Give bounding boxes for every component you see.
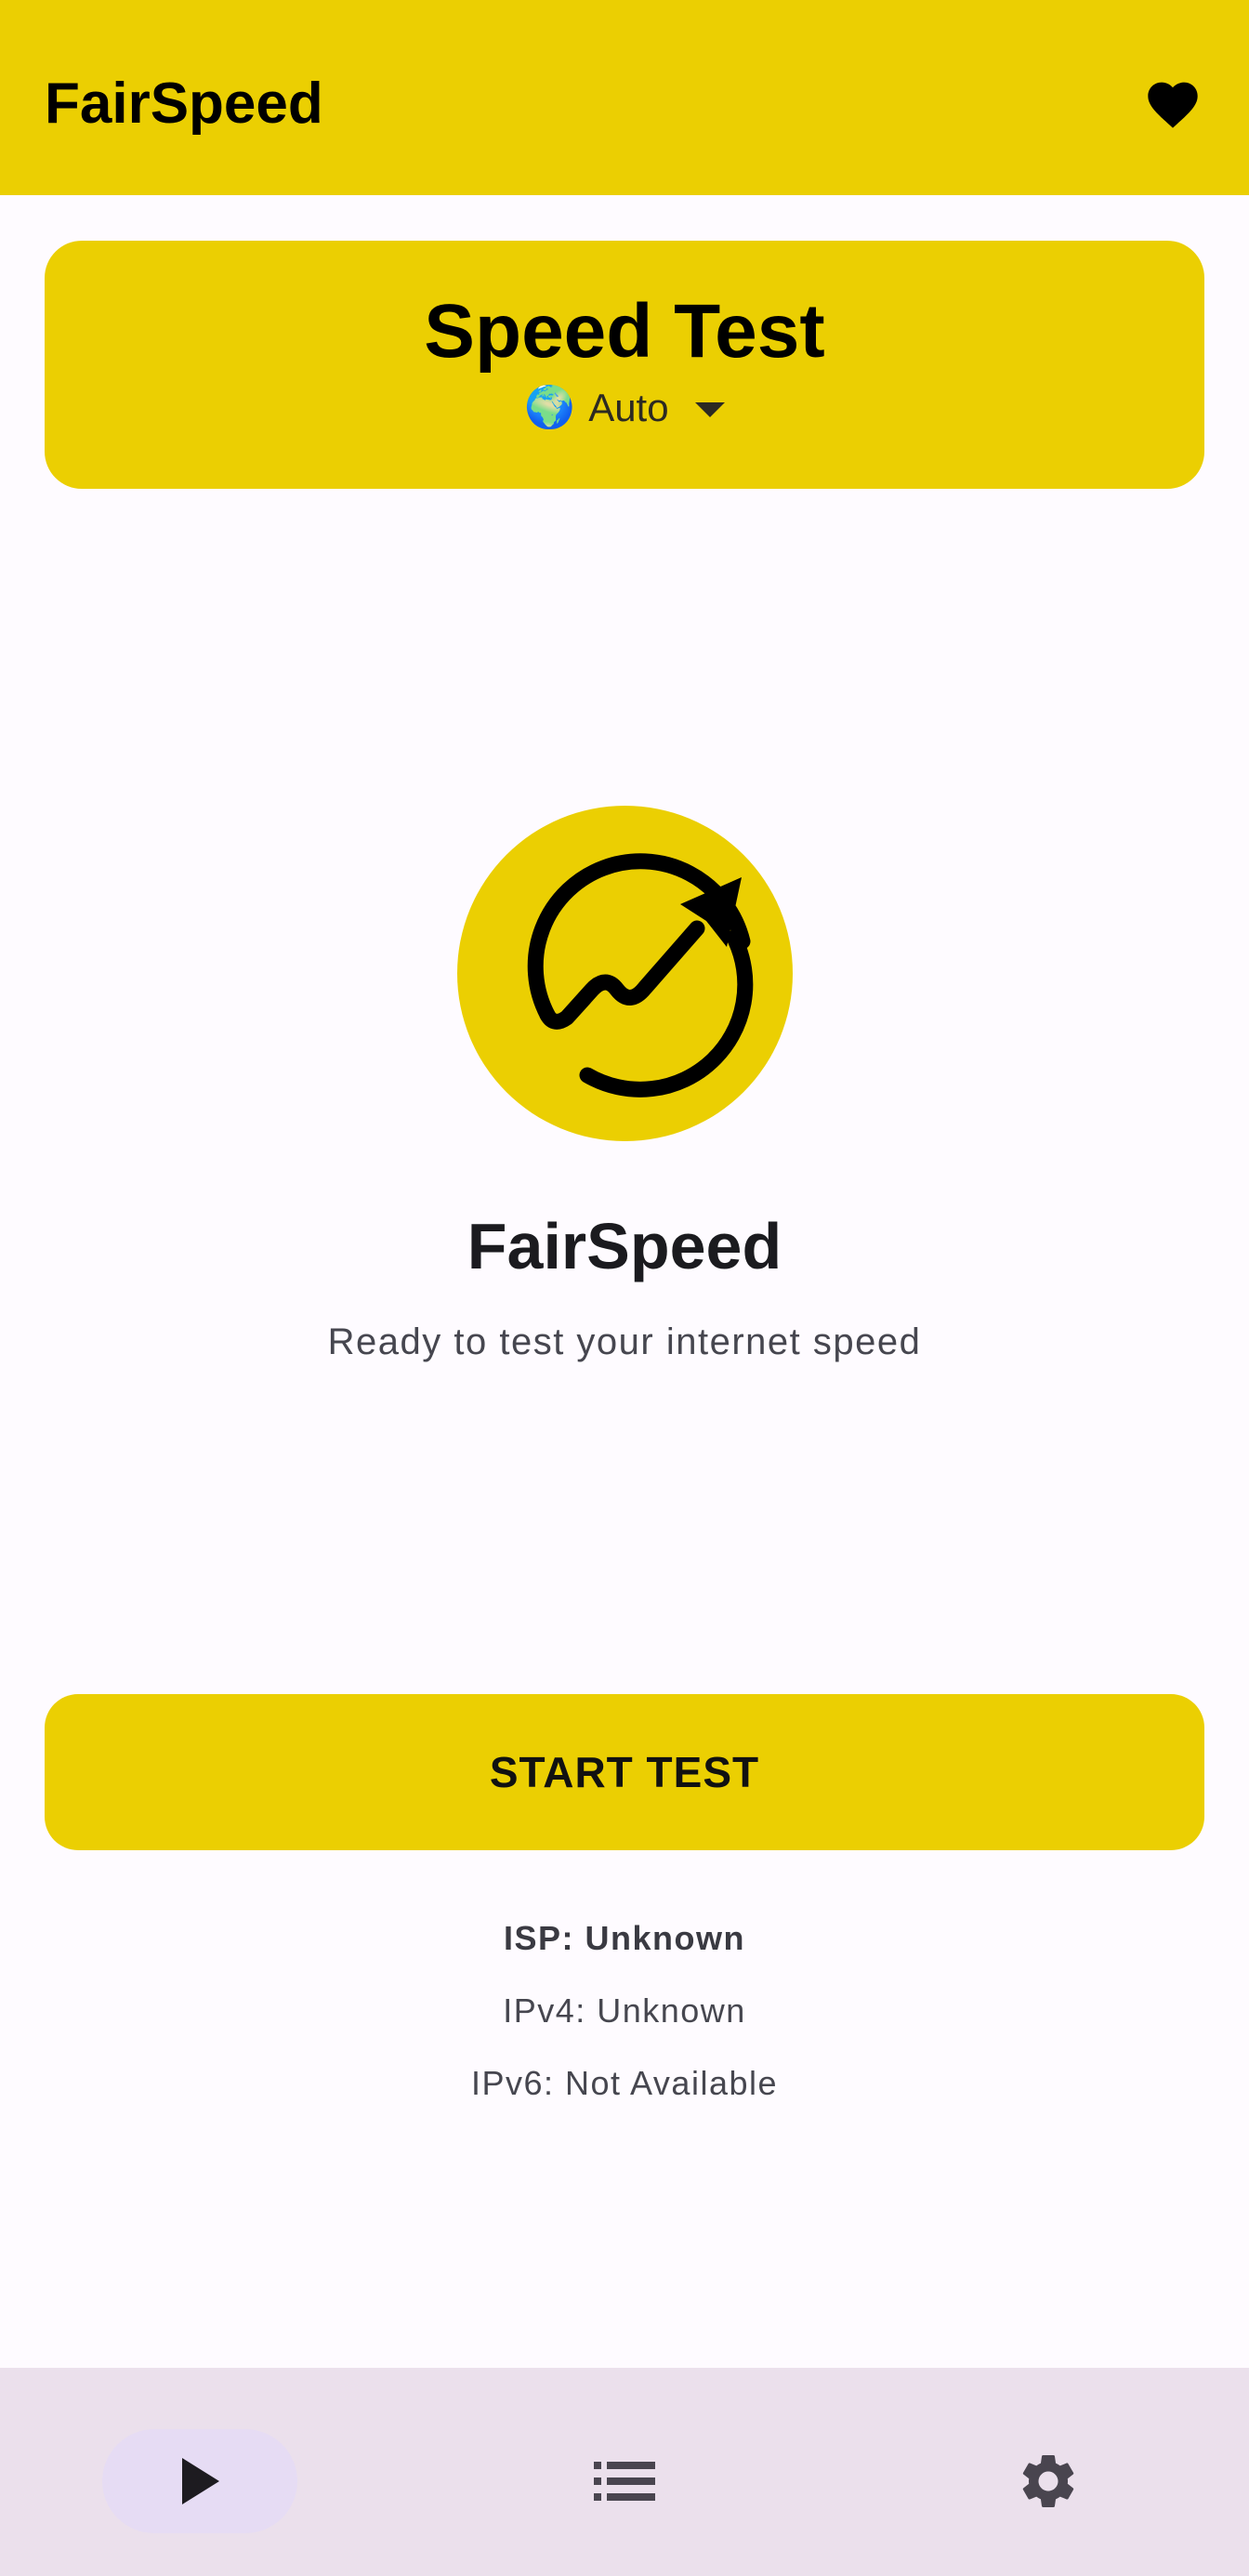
- brand-name: FairSpeed: [467, 1210, 782, 1282]
- heart-icon: [1148, 82, 1198, 128]
- nav-settings[interactable]: [951, 2429, 1146, 2533]
- isp-info: ISP: Unknown: [504, 1919, 745, 1957]
- list-icon: [594, 2462, 655, 2501]
- speed-test-title: Speed Test: [424, 289, 825, 374]
- nav-run-test[interactable]: [102, 2429, 297, 2533]
- status-message: Ready to test your internet speed: [327, 1321, 922, 1362]
- ipv4-info: IPv4: Unknown: [503, 1991, 746, 2030]
- globe-icon: 🌍: [524, 385, 576, 430]
- gear-icon: [1022, 2455, 1074, 2507]
- app-bar: FairSpeed: [0, 0, 1249, 195]
- favorite-button[interactable]: [1136, 65, 1210, 139]
- bottom-navigation: [0, 2368, 1249, 2576]
- nav-history[interactable]: [527, 2429, 722, 2533]
- server-selector[interactable]: 🌍 Auto: [45, 382, 1204, 434]
- ipv6-info: IPv6: Not Available: [470, 2064, 779, 2102]
- speed-test-card: Speed Test 🌍 Auto: [45, 241, 1204, 489]
- fairspeed-logo-icon: [457, 806, 793, 1141]
- app-title: FairSpeed: [45, 72, 323, 136]
- caret-down-icon: [694, 402, 725, 417]
- server-selected-value: Auto: [588, 386, 669, 429]
- start-test-button[interactable]: START TEST: [45, 1694, 1204, 1850]
- play-icon: [182, 2458, 219, 2504]
